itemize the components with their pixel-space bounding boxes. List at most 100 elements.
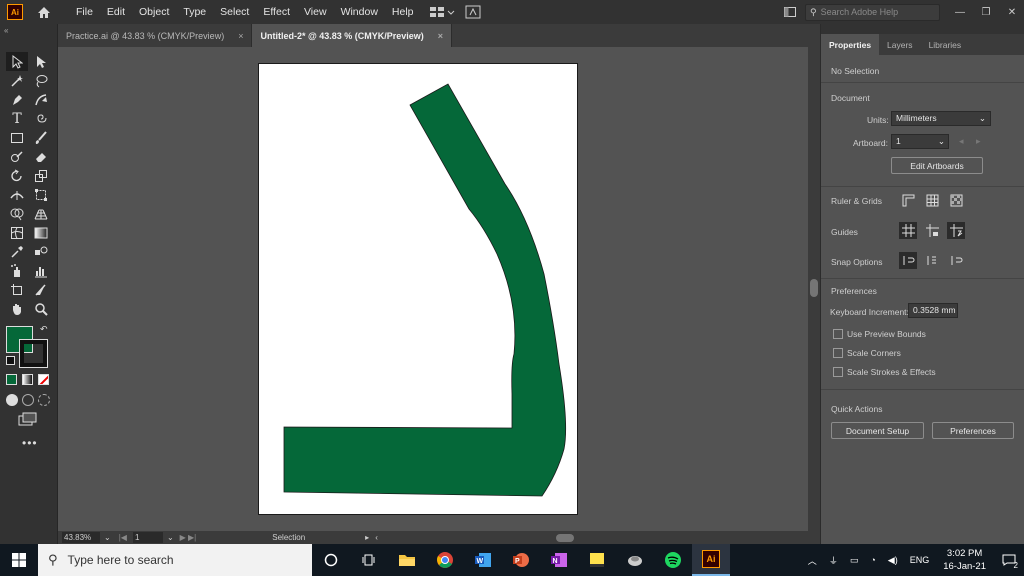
- scale-tool-icon[interactable]: [30, 166, 52, 185]
- width-tool-icon[interactable]: [6, 185, 28, 204]
- column-graph-tool-icon[interactable]: [30, 261, 52, 280]
- powerpoint-icon[interactable]: P: [502, 544, 540, 576]
- onenote-icon[interactable]: N: [540, 544, 578, 576]
- use-preview-bounds-checkbox[interactable]: Use Preview Bounds: [833, 329, 926, 339]
- slice-tool-icon[interactable]: [30, 280, 52, 299]
- tab-libraries[interactable]: Libraries: [921, 34, 970, 55]
- artboard-dropdown[interactable]: 1 ⌄: [891, 134, 949, 149]
- shaper-tool-icon[interactable]: [6, 147, 28, 166]
- edit-artboards-button[interactable]: Edit Artboards: [891, 157, 983, 174]
- home-icon[interactable]: [35, 3, 53, 21]
- workspace-switcher-icon[interactable]: [781, 7, 799, 17]
- mesh-tool-icon[interactable]: [6, 223, 28, 242]
- snap-to-grid-icon[interactable]: [947, 252, 965, 269]
- menu-edit[interactable]: Edit: [100, 6, 132, 18]
- gradient-mode-icon[interactable]: [22, 374, 33, 385]
- menu-file[interactable]: File: [69, 6, 100, 18]
- spotify-icon[interactable]: [654, 544, 692, 576]
- artboard-number-field[interactable]: 1: [132, 532, 163, 543]
- menu-effect[interactable]: Effect: [256, 6, 297, 18]
- restore-icon[interactable]: ❐: [974, 3, 998, 21]
- menu-select[interactable]: Select: [213, 6, 256, 18]
- default-fill-stroke-icon[interactable]: [6, 356, 15, 365]
- menu-window[interactable]: Window: [334, 6, 385, 18]
- scroll-thumb[interactable]: [810, 279, 818, 297]
- rotate-tool-icon[interactable]: [6, 166, 28, 185]
- symbol-sprayer-tool-icon[interactable]: [6, 261, 28, 280]
- none-mode-icon[interactable]: [38, 374, 49, 385]
- menu-type[interactable]: Type: [176, 6, 213, 18]
- illustrator-taskbar-icon[interactable]: Ai: [692, 544, 730, 576]
- stroke-swatch[interactable]: [19, 339, 48, 368]
- eraser-tool-icon[interactable]: [30, 147, 52, 166]
- direct-selection-tool-icon[interactable]: [30, 52, 52, 71]
- meet-now-icon[interactable]: ▭: [850, 555, 859, 566]
- windows-start-icon[interactable]: [0, 544, 38, 576]
- close-tab-icon[interactable]: ×: [438, 31, 443, 41]
- paintbrush-tool-icon[interactable]: [30, 128, 52, 147]
- cortana-icon[interactable]: [312, 544, 350, 576]
- app-icon[interactable]: [616, 544, 654, 576]
- shape-builder-tool-icon[interactable]: [6, 204, 28, 223]
- scroll-left-icon[interactable]: ‹: [375, 533, 378, 542]
- swap-fill-stroke-icon[interactable]: ↶: [40, 324, 48, 335]
- chrome-icon[interactable]: [426, 544, 464, 576]
- task-view-icon[interactable]: [350, 544, 388, 576]
- volume-icon[interactable]: ◀): [888, 555, 898, 566]
- scale-strokes-effects-checkbox[interactable]: Scale Strokes & Effects: [833, 367, 936, 377]
- hand-tool-icon[interactable]: [6, 299, 28, 318]
- snap-to-pixel-icon[interactable]: [923, 252, 941, 269]
- gradient-tool-icon[interactable]: [30, 223, 52, 242]
- artboard-tool-icon[interactable]: [6, 280, 28, 299]
- scale-corners-checkbox[interactable]: Scale Corners: [833, 348, 901, 358]
- close-tab-icon[interactable]: ×: [238, 31, 243, 41]
- tab-untitled-2[interactable]: Untitled-2* @ 43.83 % (CMYK/Preview) ×: [252, 24, 453, 47]
- wifi-icon[interactable]: ◔: [870, 555, 875, 565]
- zoom-tool-icon[interactable]: [30, 299, 52, 318]
- usb-icon[interactable]: ⏚: [829, 554, 838, 567]
- lasso-tool-icon[interactable]: [30, 71, 52, 90]
- magic-wand-tool-icon[interactable]: [6, 71, 28, 90]
- toolbar-collapse-icon[interactable]: «: [4, 26, 8, 35]
- notifications-icon[interactable]: 2: [994, 544, 1024, 576]
- grid-icon[interactable]: [923, 192, 941, 209]
- perspective-grid-tool-icon[interactable]: [30, 204, 52, 223]
- status-menu-icon[interactable]: ▸: [365, 533, 369, 542]
- zoom-level-field[interactable]: 43.83%: [62, 532, 100, 543]
- eyedropper-tool-icon[interactable]: [6, 242, 28, 261]
- curvature-tool-icon[interactable]: [30, 90, 52, 109]
- taskbar-search-input[interactable]: ⚲ Type here to search: [38, 544, 312, 576]
- vertical-scrollbar[interactable]: [808, 47, 820, 531]
- next-artboard-icon[interactable]: ▸: [976, 136, 981, 147]
- tab-properties[interactable]: Properties: [821, 34, 880, 55]
- clock[interactable]: 3:02 PM 16-Jan-21: [943, 547, 986, 573]
- gpu-performance-icon[interactable]: [465, 5, 481, 19]
- artboard-dropdown-icon[interactable]: ⌄: [167, 533, 174, 542]
- artboard[interactable]: [258, 63, 578, 515]
- previous-artboard-icon[interactable]: ◂: [959, 136, 964, 147]
- first-artboard-icon[interactable]: |◀: [119, 533, 127, 542]
- preferences-button[interactable]: Preferences: [932, 422, 1014, 439]
- document-setup-button[interactable]: Document Setup: [831, 422, 924, 439]
- transparency-grid-icon[interactable]: [947, 192, 965, 209]
- snap-to-point-icon[interactable]: [899, 252, 917, 269]
- color-mode-icon[interactable]: [6, 374, 17, 385]
- file-explorer-icon[interactable]: [388, 544, 426, 576]
- draw-behind-icon[interactable]: [22, 394, 34, 406]
- ruler-icon[interactable]: [899, 192, 917, 209]
- close-icon[interactable]: ✕: [1000, 3, 1024, 21]
- arrange-documents-icon[interactable]: [429, 6, 455, 18]
- rectangle-tool-icon[interactable]: [6, 128, 28, 147]
- word-icon[interactable]: W: [464, 544, 502, 576]
- blend-tool-icon[interactable]: [30, 242, 52, 261]
- menu-view[interactable]: View: [297, 6, 334, 18]
- panel-collapse-bar[interactable]: [821, 24, 1024, 34]
- canvas[interactable]: [58, 47, 808, 531]
- free-transform-tool-icon[interactable]: [30, 185, 52, 204]
- show-guides-icon[interactable]: [899, 222, 917, 239]
- language-indicator[interactable]: ENG: [910, 555, 930, 565]
- show-hidden-icons-icon[interactable]: ︿: [808, 554, 817, 567]
- tab-practice[interactable]: Practice.ai @ 43.83 % (CMYK/Preview) ×: [58, 24, 253, 47]
- keyboard-increment-field[interactable]: 0.3528 mm: [908, 303, 958, 318]
- zoom-dropdown-icon[interactable]: ⌄: [104, 533, 111, 542]
